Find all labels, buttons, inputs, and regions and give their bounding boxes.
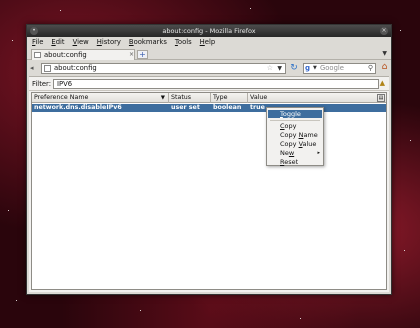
background-star: [60, 10, 61, 11]
browser-window: • about:config - Mozilla Firefox × File …: [26, 24, 392, 295]
background-star: [8, 210, 9, 211]
menu-edit[interactable]: Edit: [51, 37, 64, 48]
table-header: Preference Name ▼ Status Type Value ▤: [32, 93, 386, 103]
filter-row: Filter: ▲: [29, 77, 389, 91]
menu-item-new[interactable]: New ▸: [268, 149, 322, 157]
tab-about-config[interactable]: about:config ×: [31, 49, 135, 60]
navigation-toolbar: ◂ about:config ☆ ▼ ↻ g ▼ Google ⚲ ⌂: [27, 60, 391, 76]
sort-descending-icon: ▼: [160, 95, 165, 101]
tab-bar: about:config × + ▼: [27, 48, 391, 60]
column-picker-icon[interactable]: ▤: [377, 94, 385, 102]
background-star: [404, 250, 405, 251]
column-header-name[interactable]: Preference Name ▼: [32, 93, 169, 103]
menu-item-copy-value[interactable]: Copy Value: [268, 140, 322, 148]
cell-name: network.dns.disableIPv6: [34, 104, 122, 111]
background-star: [250, 8, 251, 9]
page-icon: [34, 52, 41, 58]
cell-value: true: [250, 104, 265, 111]
bookmark-star-icon[interactable]: ☆: [267, 64, 273, 73]
menu-history[interactable]: History: [97, 37, 121, 48]
search-icon[interactable]: ⚲: [368, 64, 373, 73]
back-icon[interactable]: ◂: [30, 63, 34, 73]
menu-file[interactable]: File: [32, 37, 43, 48]
menu-item-toggle[interactable]: Toggle: [268, 110, 322, 118]
search-placeholder: Google: [320, 64, 344, 72]
search-engine-dropdown-icon[interactable]: ▼: [313, 64, 317, 73]
background-star: [410, 140, 411, 141]
search-engine-icon[interactable]: g: [305, 64, 310, 73]
window-title: about:config - Mozilla Firefox: [162, 27, 256, 35]
column-header-status[interactable]: Status: [169, 93, 211, 103]
tab-title: about:config: [44, 51, 87, 59]
background-star: [400, 30, 401, 31]
window-menu-icon[interactable]: •: [30, 27, 38, 35]
cell-type: boolean: [213, 104, 242, 111]
cell-status: user set: [171, 104, 200, 111]
home-icon[interactable]: ⌂: [379, 62, 390, 73]
new-tab-button[interactable]: +: [137, 50, 148, 59]
url-text: about:config: [54, 64, 97, 72]
search-bar[interactable]: g ▼ Google ⚲: [303, 63, 376, 74]
background-star: [140, 310, 141, 311]
submenu-arrow-icon: ▸: [317, 150, 320, 156]
menu-item-copy-name[interactable]: Copy Name: [268, 131, 322, 139]
preferences-table: Preference Name ▼ Status Type Value ▤ ne…: [31, 92, 387, 290]
page-icon: [44, 65, 51, 72]
url-bar[interactable]: about:config ☆ ▼: [41, 63, 286, 74]
menu-tools[interactable]: Tools: [175, 37, 192, 48]
menu-help[interactable]: Help: [200, 37, 216, 48]
filter-input[interactable]: [53, 79, 379, 89]
table-row[interactable]: network.dns.disableIPv6 user set boolean…: [32, 104, 386, 112]
menu-bar: File Edit View History Bookmarks Tools H…: [27, 37, 391, 48]
title-bar[interactable]: • about:config - Mozilla Firefox ×: [27, 25, 391, 37]
close-tab-icon[interactable]: ×: [128, 51, 135, 59]
background-star: [300, 318, 301, 319]
clear-filter-icon[interactable]: ▲: [380, 79, 385, 87]
page-content: Filter: ▲ Preference Name ▼ Status Type …: [29, 76, 389, 292]
menu-item-reset[interactable]: Reset: [268, 158, 322, 166]
tab-list-dropdown-icon[interactable]: ▼: [382, 50, 387, 57]
background-star: [12, 40, 13, 41]
column-header-value[interactable]: Value: [248, 93, 380, 103]
column-header-type[interactable]: Type: [211, 93, 248, 103]
context-menu: Toggle Copy Copy Name Copy Value New ▸ Re…: [266, 107, 324, 166]
menu-bookmarks[interactable]: Bookmarks: [129, 37, 167, 48]
menu-separator: [270, 120, 320, 121]
menu-item-copy[interactable]: Copy: [268, 122, 322, 130]
close-window-icon[interactable]: ×: [380, 27, 388, 35]
background-star: [16, 300, 17, 301]
url-history-dropdown-icon[interactable]: ▼: [277, 64, 282, 73]
menu-view[interactable]: View: [73, 37, 89, 48]
reload-icon[interactable]: ↻: [289, 63, 299, 73]
filter-label: Filter:: [32, 80, 52, 88]
